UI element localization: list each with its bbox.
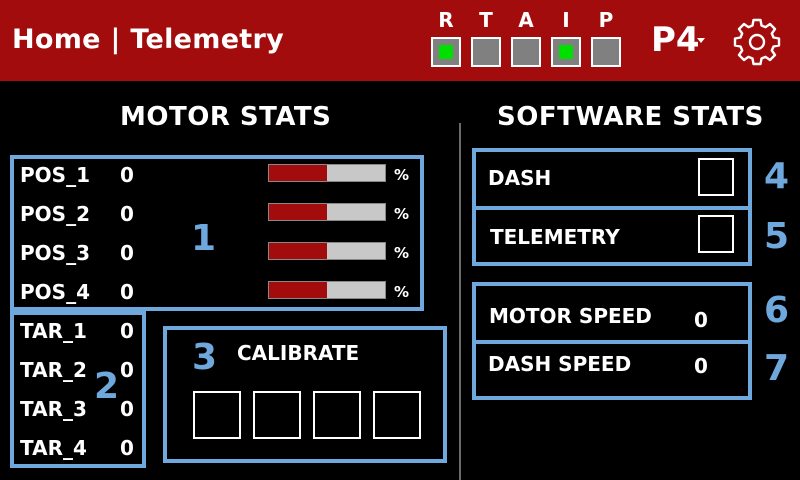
software-stats-title: SOFTWARE STATS: [497, 102, 764, 132]
pos-3-unit: %: [394, 244, 410, 262]
pos-4-unit: %: [394, 283, 410, 301]
group-number-6: 6: [764, 290, 790, 331]
tar-1-label: TAR_1: [20, 319, 87, 343]
tar-4-value: 0: [120, 436, 134, 460]
settings-button[interactable]: [730, 17, 784, 67]
pos-2-bar: [268, 203, 386, 221]
pos-2-label: POS_2: [20, 202, 90, 226]
indicator-p: [591, 37, 621, 67]
group-number-5: 5: [764, 216, 790, 257]
indicator-label-a: A: [518, 8, 534, 32]
page-title: Home | Telemetry: [12, 24, 285, 55]
profile-selector[interactable]: P4: [651, 20, 700, 60]
tar-2-label: TAR_2: [20, 358, 87, 382]
indicator-label-t: T: [479, 8, 493, 32]
motor-speed-value: 0: [694, 308, 708, 332]
indicator-t: [471, 37, 501, 67]
calibrate-button-2[interactable]: [253, 391, 301, 439]
motor-stats-title: MOTOR STATS: [120, 102, 332, 132]
calibrate-label: CALIBRATE: [237, 341, 360, 365]
calibrate-button-3[interactable]: [313, 391, 361, 439]
indicator-label-i: I: [562, 8, 570, 32]
group-number-4: 4: [764, 156, 790, 197]
gear-icon: [733, 18, 781, 66]
indicator-a: [511, 37, 541, 67]
telemetry-label: TELEMETRY: [490, 225, 620, 249]
dash-label: DASH: [488, 166, 552, 190]
pos-3-bar-fill: [269, 243, 327, 259]
pos-1-unit: %: [394, 166, 410, 184]
group-number-1: 1: [191, 218, 217, 259]
pos-3-label: POS_3: [20, 241, 90, 265]
indicator-r: [431, 37, 461, 67]
dash-speed-value: 0: [694, 354, 708, 378]
group-number-2: 2: [94, 366, 120, 407]
dash-checkbox[interactable]: [698, 158, 734, 196]
pos-4-value: 0: [120, 280, 134, 304]
pos-1-bar-fill: [269, 165, 327, 181]
pos-1-bar: [268, 164, 386, 182]
pos-4-label: POS_4: [20, 280, 90, 304]
pos-4-bar: [268, 281, 386, 299]
pos-2-value: 0: [120, 202, 134, 226]
column-divider: [459, 123, 461, 480]
pos-3-value: 0: [120, 241, 134, 265]
chevron-down-icon[interactable]: [697, 38, 705, 43]
group-number-7: 7: [764, 348, 790, 389]
pos-1-label: POS_1: [20, 163, 90, 187]
indicator-label-p: P: [598, 8, 614, 32]
header-bar: Home | Telemetry R T A I P P4: [0, 0, 800, 81]
motor-speed-label: MOTOR SPEED: [489, 304, 652, 328]
indicator-i: [551, 37, 581, 67]
calibrate-button-1[interactable]: [193, 391, 241, 439]
pos-2-unit: %: [394, 205, 410, 223]
calibrate-button-4[interactable]: [373, 391, 421, 439]
pos-2-bar-fill: [269, 204, 327, 220]
pos-1-value: 0: [120, 163, 134, 187]
telemetry-checkbox[interactable]: [698, 215, 734, 253]
indicator-label-r: R: [438, 8, 454, 32]
group-number-3: 3: [192, 337, 218, 378]
dash-speed-label: DASH SPEED: [488, 352, 632, 376]
tar-3-label: TAR_3: [20, 397, 87, 421]
pos-3-bar: [268, 242, 386, 260]
tar-3-value: 0: [120, 397, 134, 421]
tar-2-value: 0: [120, 358, 134, 382]
pos-4-bar-fill: [269, 282, 327, 298]
tar-1-value: 0: [120, 319, 134, 343]
tar-4-label: TAR_4: [20, 436, 87, 460]
